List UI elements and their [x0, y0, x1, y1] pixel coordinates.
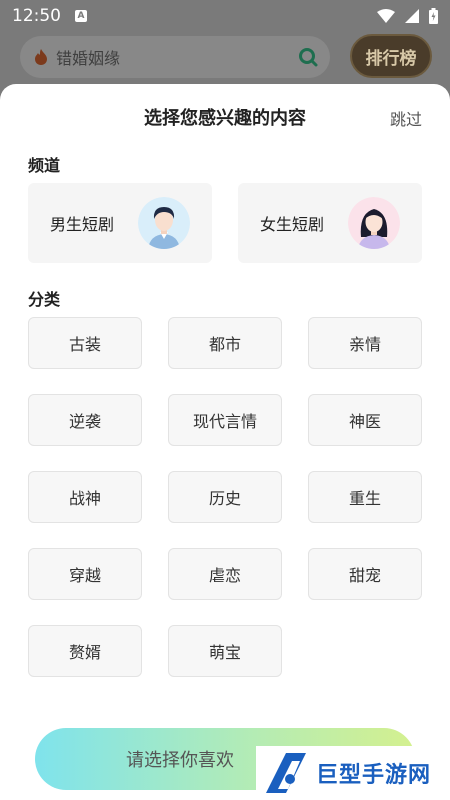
status-bar: 12:50 A [0, 0, 450, 32]
category-tag[interactable]: 赘婿 [28, 625, 142, 677]
app-header: 错婚姻缘 排行榜 [0, 32, 450, 84]
category-tag[interactable]: 现代言情 [168, 394, 282, 446]
category-tag[interactable]: 亲情 [308, 317, 422, 369]
watermark: 巨型手游网 [256, 746, 450, 800]
category-tag[interactable]: 都市 [168, 317, 282, 369]
search-bar[interactable]: 错婚姻缘 [20, 36, 330, 78]
channel-label: 男生短剧 [50, 215, 115, 234]
ranking-button[interactable]: 排行榜 [350, 34, 432, 78]
status-time: 12:50 [12, 6, 61, 26]
wifi-icon [377, 9, 395, 23]
watermark-text: 巨型手游网 [316, 763, 432, 788]
interest-sheet: 选择您感兴趣的内容 跳过 频道 男生短剧 女生短剧 分类 古装 都市 亲情 逆袭… [0, 84, 450, 800]
category-tag[interactable]: 逆袭 [28, 394, 142, 446]
male-avatar-icon [138, 197, 190, 249]
flame-icon [35, 49, 47, 65]
category-heading: 分类 [28, 290, 61, 309]
channel-card-female[interactable]: 女生短剧 [238, 183, 422, 263]
female-avatar-icon [348, 197, 400, 249]
category-tag[interactable]: 重生 [308, 471, 422, 523]
category-tag[interactable]: 历史 [168, 471, 282, 523]
category-tag[interactable]: 虐恋 [168, 548, 282, 600]
channel-label: 女生短剧 [260, 215, 325, 234]
ranking-label: 排行榜 [365, 48, 417, 69]
sheet-title: 选择您感兴趣的内容 [144, 108, 306, 129]
watermark-logo-icon [266, 753, 306, 793]
category-tag[interactable]: 神医 [308, 394, 422, 446]
category-tag[interactable]: 战神 [28, 471, 142, 523]
channel-heading: 频道 [28, 156, 61, 175]
category-tag[interactable]: 古装 [28, 317, 142, 369]
notification-a-icon: A [75, 10, 87, 22]
category-tag[interactable]: 甜宠 [308, 548, 422, 600]
status-icons [377, 8, 438, 24]
category-tag[interactable]: 萌宝 [168, 625, 282, 677]
channel-card-male[interactable]: 男生短剧 [28, 183, 212, 263]
skip-button[interactable]: 跳过 [390, 106, 422, 130]
signal-icon [405, 9, 419, 23]
search-icon[interactable] [298, 47, 318, 67]
search-placeholder: 错婚姻缘 [56, 49, 121, 68]
battery-icon [429, 8, 438, 24]
category-tag[interactable]: 穿越 [28, 548, 142, 600]
